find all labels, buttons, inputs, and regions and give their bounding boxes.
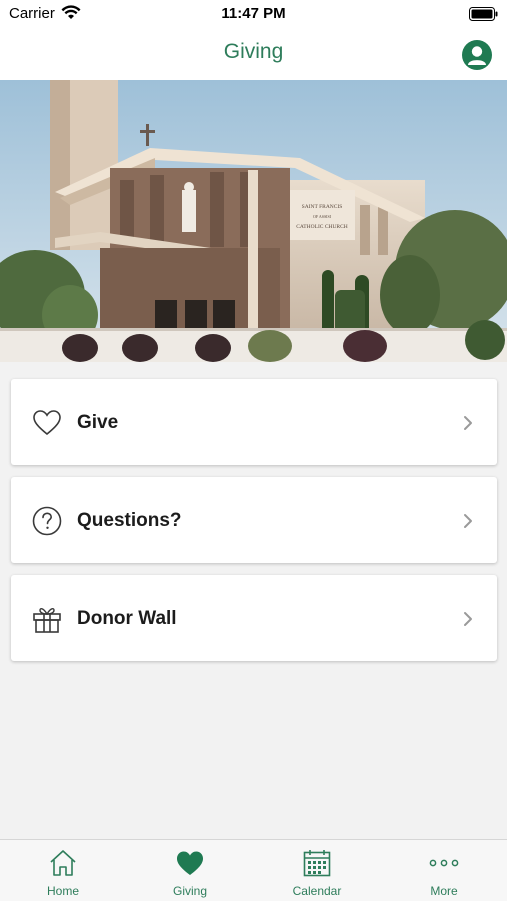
donor-wall-card[interactable]: Donor Wall xyxy=(11,575,497,661)
tab-calendar[interactable]: Calendar xyxy=(254,840,380,901)
user-icon xyxy=(468,46,486,65)
question-circle-icon xyxy=(32,506,62,536)
navigation-bar: Giving xyxy=(0,28,507,80)
questions-card[interactable]: Questions? xyxy=(11,477,497,563)
give-card[interactable]: Give xyxy=(11,379,497,465)
tab-giving-label: Giving xyxy=(172,884,207,898)
church-photo: SAINT FRANCIS OF ASSISI CATHOLIC CHURCH xyxy=(0,80,507,362)
profile-button[interactable] xyxy=(462,40,492,70)
tab-calendar-label: Calendar xyxy=(292,884,342,898)
calendar-icon xyxy=(303,850,331,877)
give-label: Give xyxy=(77,412,119,433)
more-dots-icon xyxy=(429,859,459,867)
chevron-right-icon xyxy=(464,514,472,528)
status-time: 11:47 PM xyxy=(221,5,286,22)
tab-bar: Home Giving Calendar More xyxy=(0,839,507,901)
battery-icon xyxy=(469,7,498,21)
chevron-right-icon xyxy=(464,416,472,430)
tab-giving[interactable]: Giving xyxy=(127,840,253,901)
tab-more[interactable]: More xyxy=(381,840,507,901)
tab-more-label: More xyxy=(430,884,458,898)
page-title: Giving xyxy=(223,40,284,63)
home-icon xyxy=(50,850,76,876)
gift-icon xyxy=(33,608,61,633)
tab-home-label: Home xyxy=(46,884,79,898)
status-bar: Carrier 11:47 PM xyxy=(0,0,507,28)
church-sign-text: SAINT FRANCIS xyxy=(302,204,343,210)
heart-outline-icon xyxy=(33,410,61,436)
tab-home[interactable]: Home xyxy=(0,840,126,901)
chevron-right-icon xyxy=(464,612,472,626)
svg-text:CATHOLIC CHURCH: CATHOLIC CHURCH xyxy=(296,224,348,230)
svg-text:OF ASSISI: OF ASSISI xyxy=(313,214,332,219)
heart-filled-icon xyxy=(177,851,203,875)
hero-image: SAINT FRANCIS OF ASSISI CATHOLIC CHURCH xyxy=(0,80,507,362)
questions-label: Questions? xyxy=(77,510,182,531)
donor-wall-label: Donor Wall xyxy=(77,608,177,629)
